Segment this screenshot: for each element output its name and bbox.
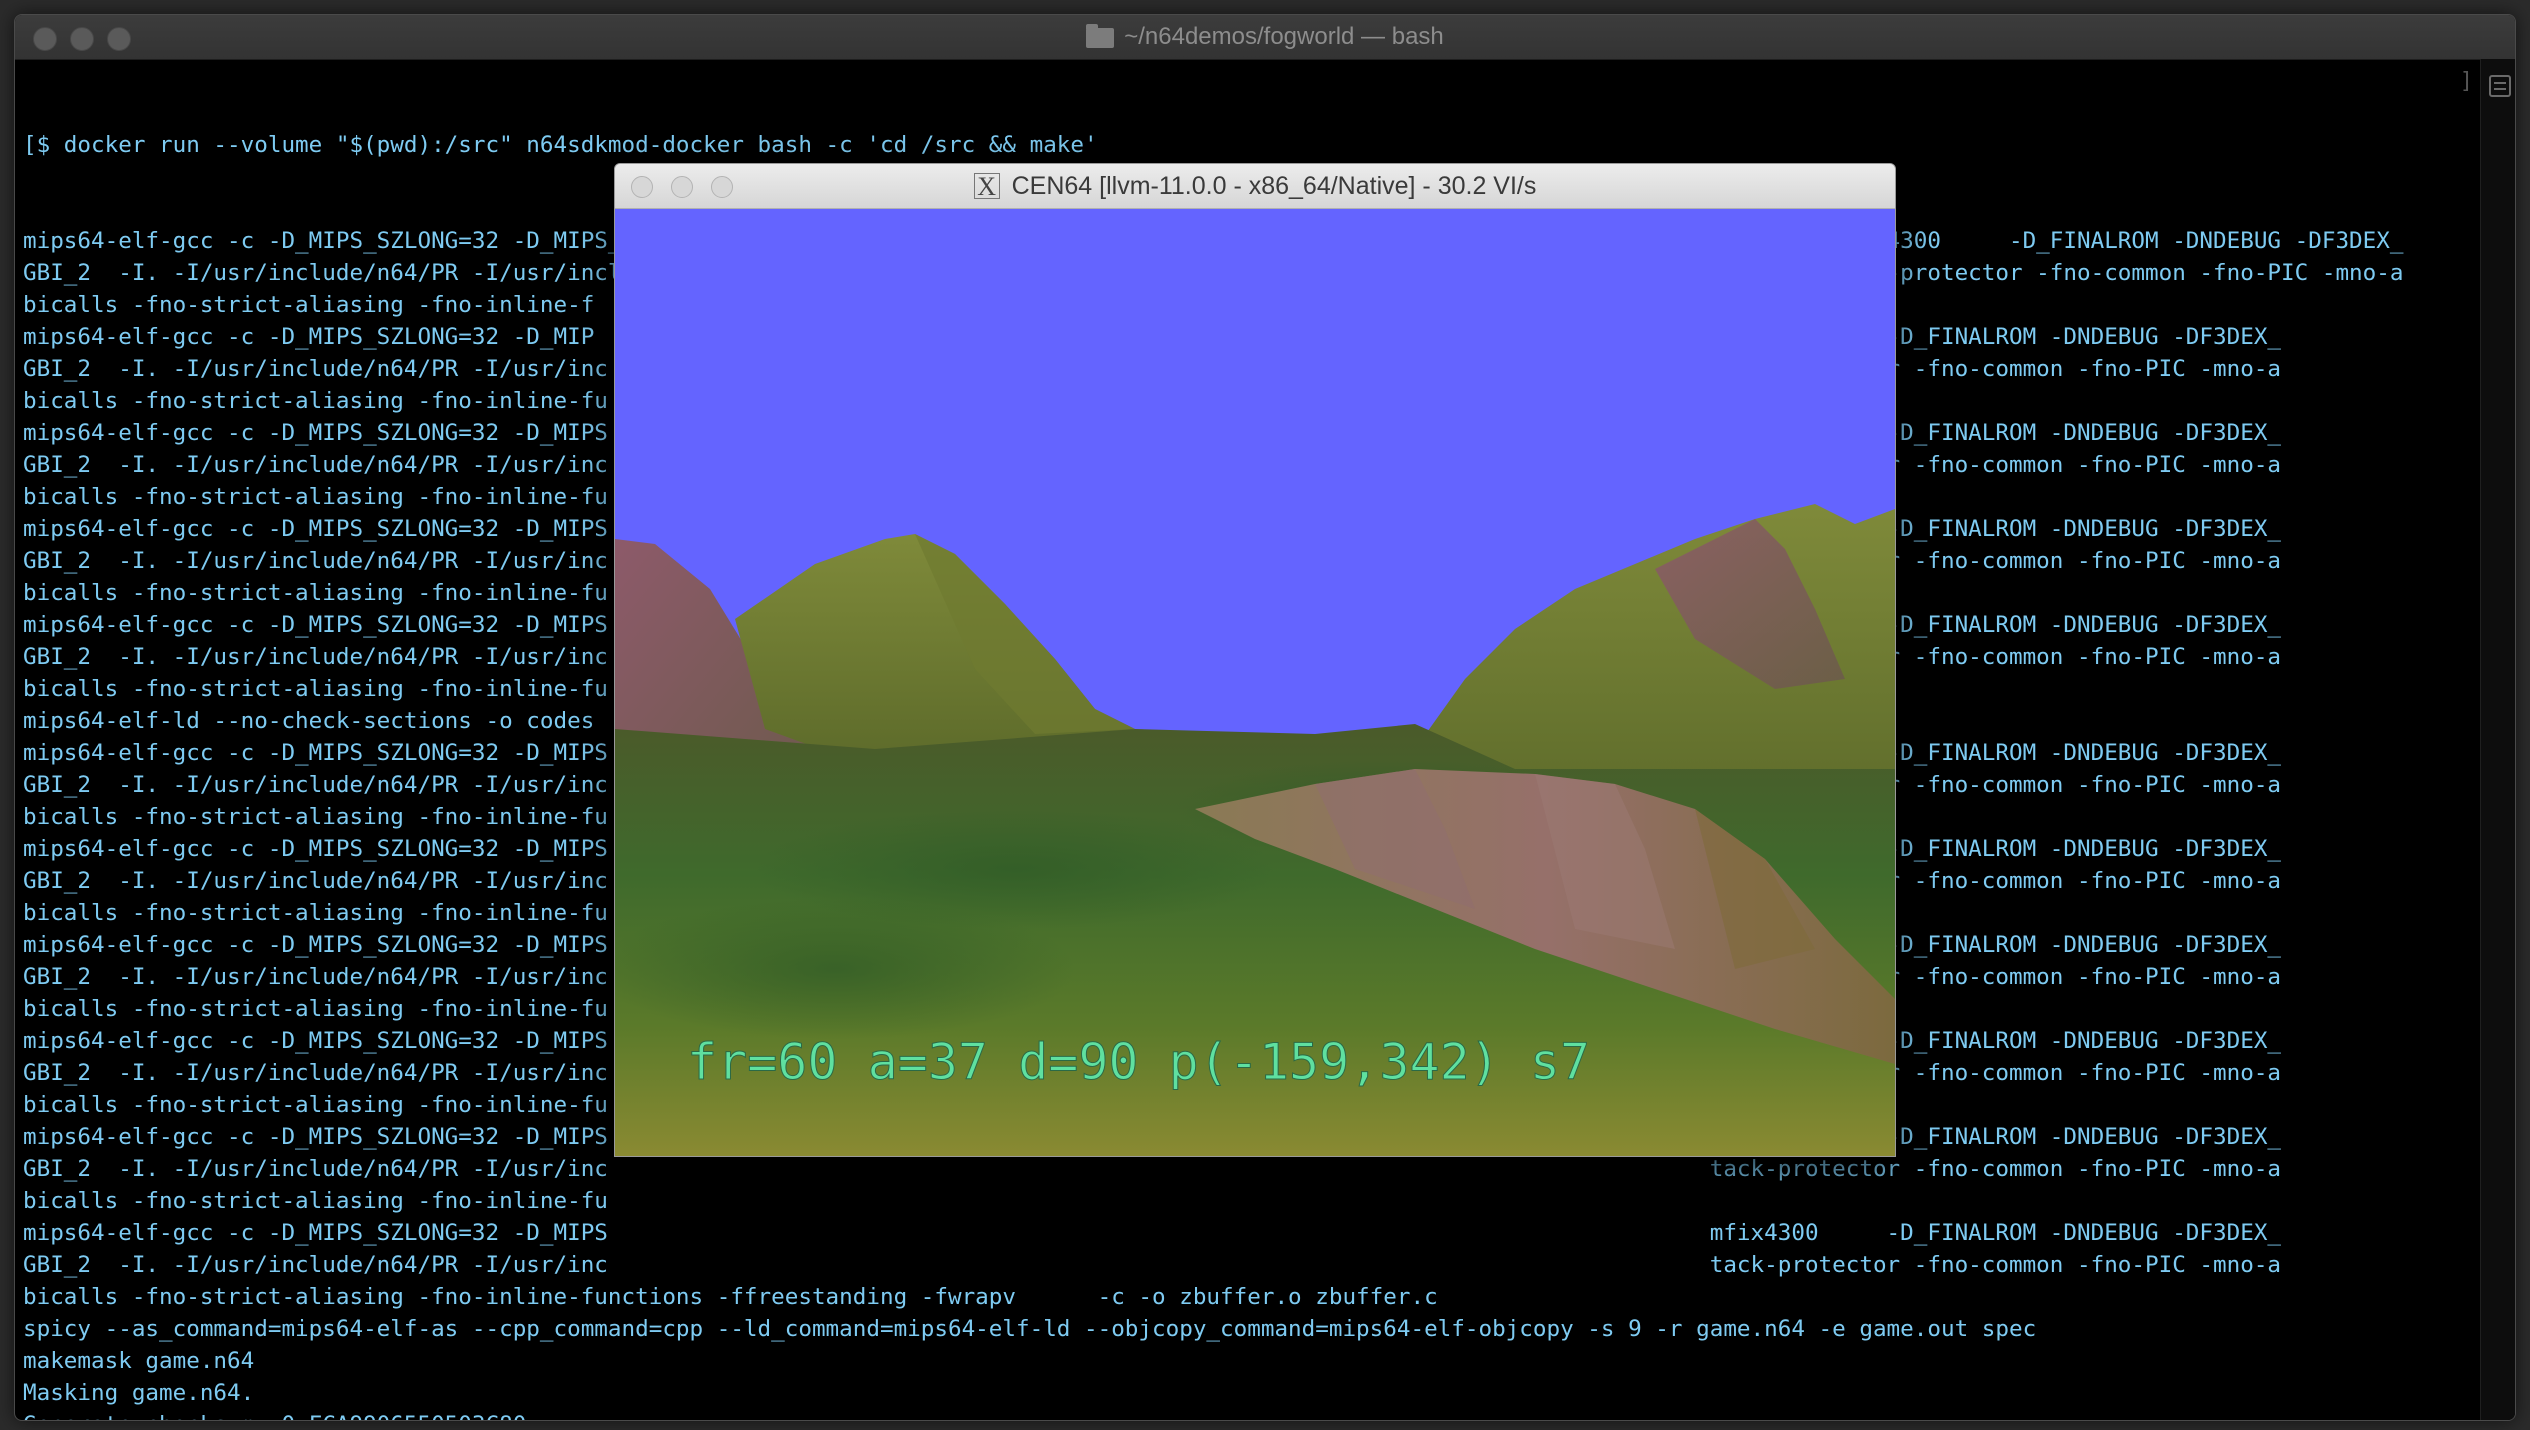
game-scene: fr=60 a=37 d=90 p(-159,342) s7 [615, 209, 1895, 1156]
terminal-line: GBI_2 -I. -I/usr/include/n64/PR -I/usr/i… [23, 1156, 2282, 1182]
terminal-title-text: ~/n64demos/fogworld — bash [1124, 23, 1444, 50]
terminal-line: spicy --as_command=mips64-elf-as --cpp_c… [23, 1316, 2037, 1342]
fog-patch-3 [615, 899, 1075, 1039]
terminal-line: Generate checksum: 0xFCA9906550503C80 [23, 1409, 2475, 1420]
terminal-line: mips64-elf-gcc -c -D_MIPS_SZLONG=32 -D_M… [23, 1220, 2282, 1246]
bracket-marker: ] [2459, 69, 2473, 94]
terminal-scrollbar[interactable] [2480, 59, 2515, 1420]
terminal-titlebar[interactable]: ~/n64demos/fogworld — bash [15, 15, 2515, 60]
scroll-mark-icon[interactable] [2489, 75, 2511, 97]
terminal-line: bicalls -fno-strict-aliasing -fno-inline… [23, 1188, 608, 1214]
hud-text: fr=60 a=37 d=90 p(-159,342) s7 [687, 1033, 1590, 1091]
emulator-window[interactable]: X CEN64 [llvm-11.0.0 - x86_64/Native] - … [614, 163, 1896, 1157]
emulator-titlebar[interactable]: X CEN64 [llvm-11.0.0 - x86_64/Native] - … [615, 164, 1895, 209]
terminal-title: ~/n64demos/fogworld — bash [15, 15, 2515, 59]
game-viewport[interactable]: fr=60 a=37 d=90 p(-159,342) s7 [615, 209, 1895, 1156]
emulator-title-text: CEN64 [llvm-11.0.0 - x86_64/Native] - 30… [1011, 171, 1537, 200]
terminal-line: makemask game.n64 [23, 1348, 255, 1374]
command-line: [$ docker run --volume "$(pwd):/src" n64… [23, 132, 1098, 158]
terminal-line: Masking game.n64. [23, 1380, 255, 1406]
terminal-line: bicalls -fno-strict-aliasing -fno-inline… [23, 1284, 1438, 1310]
folder-icon [1086, 24, 1115, 48]
emulator-title: X CEN64 [llvm-11.0.0 - x86_64/Native] - … [615, 164, 1895, 208]
x11-icon: X [973, 173, 1000, 200]
terminal-line: GBI_2 -I. -I/usr/include/n64/PR -I/usr/i… [23, 1252, 2282, 1278]
